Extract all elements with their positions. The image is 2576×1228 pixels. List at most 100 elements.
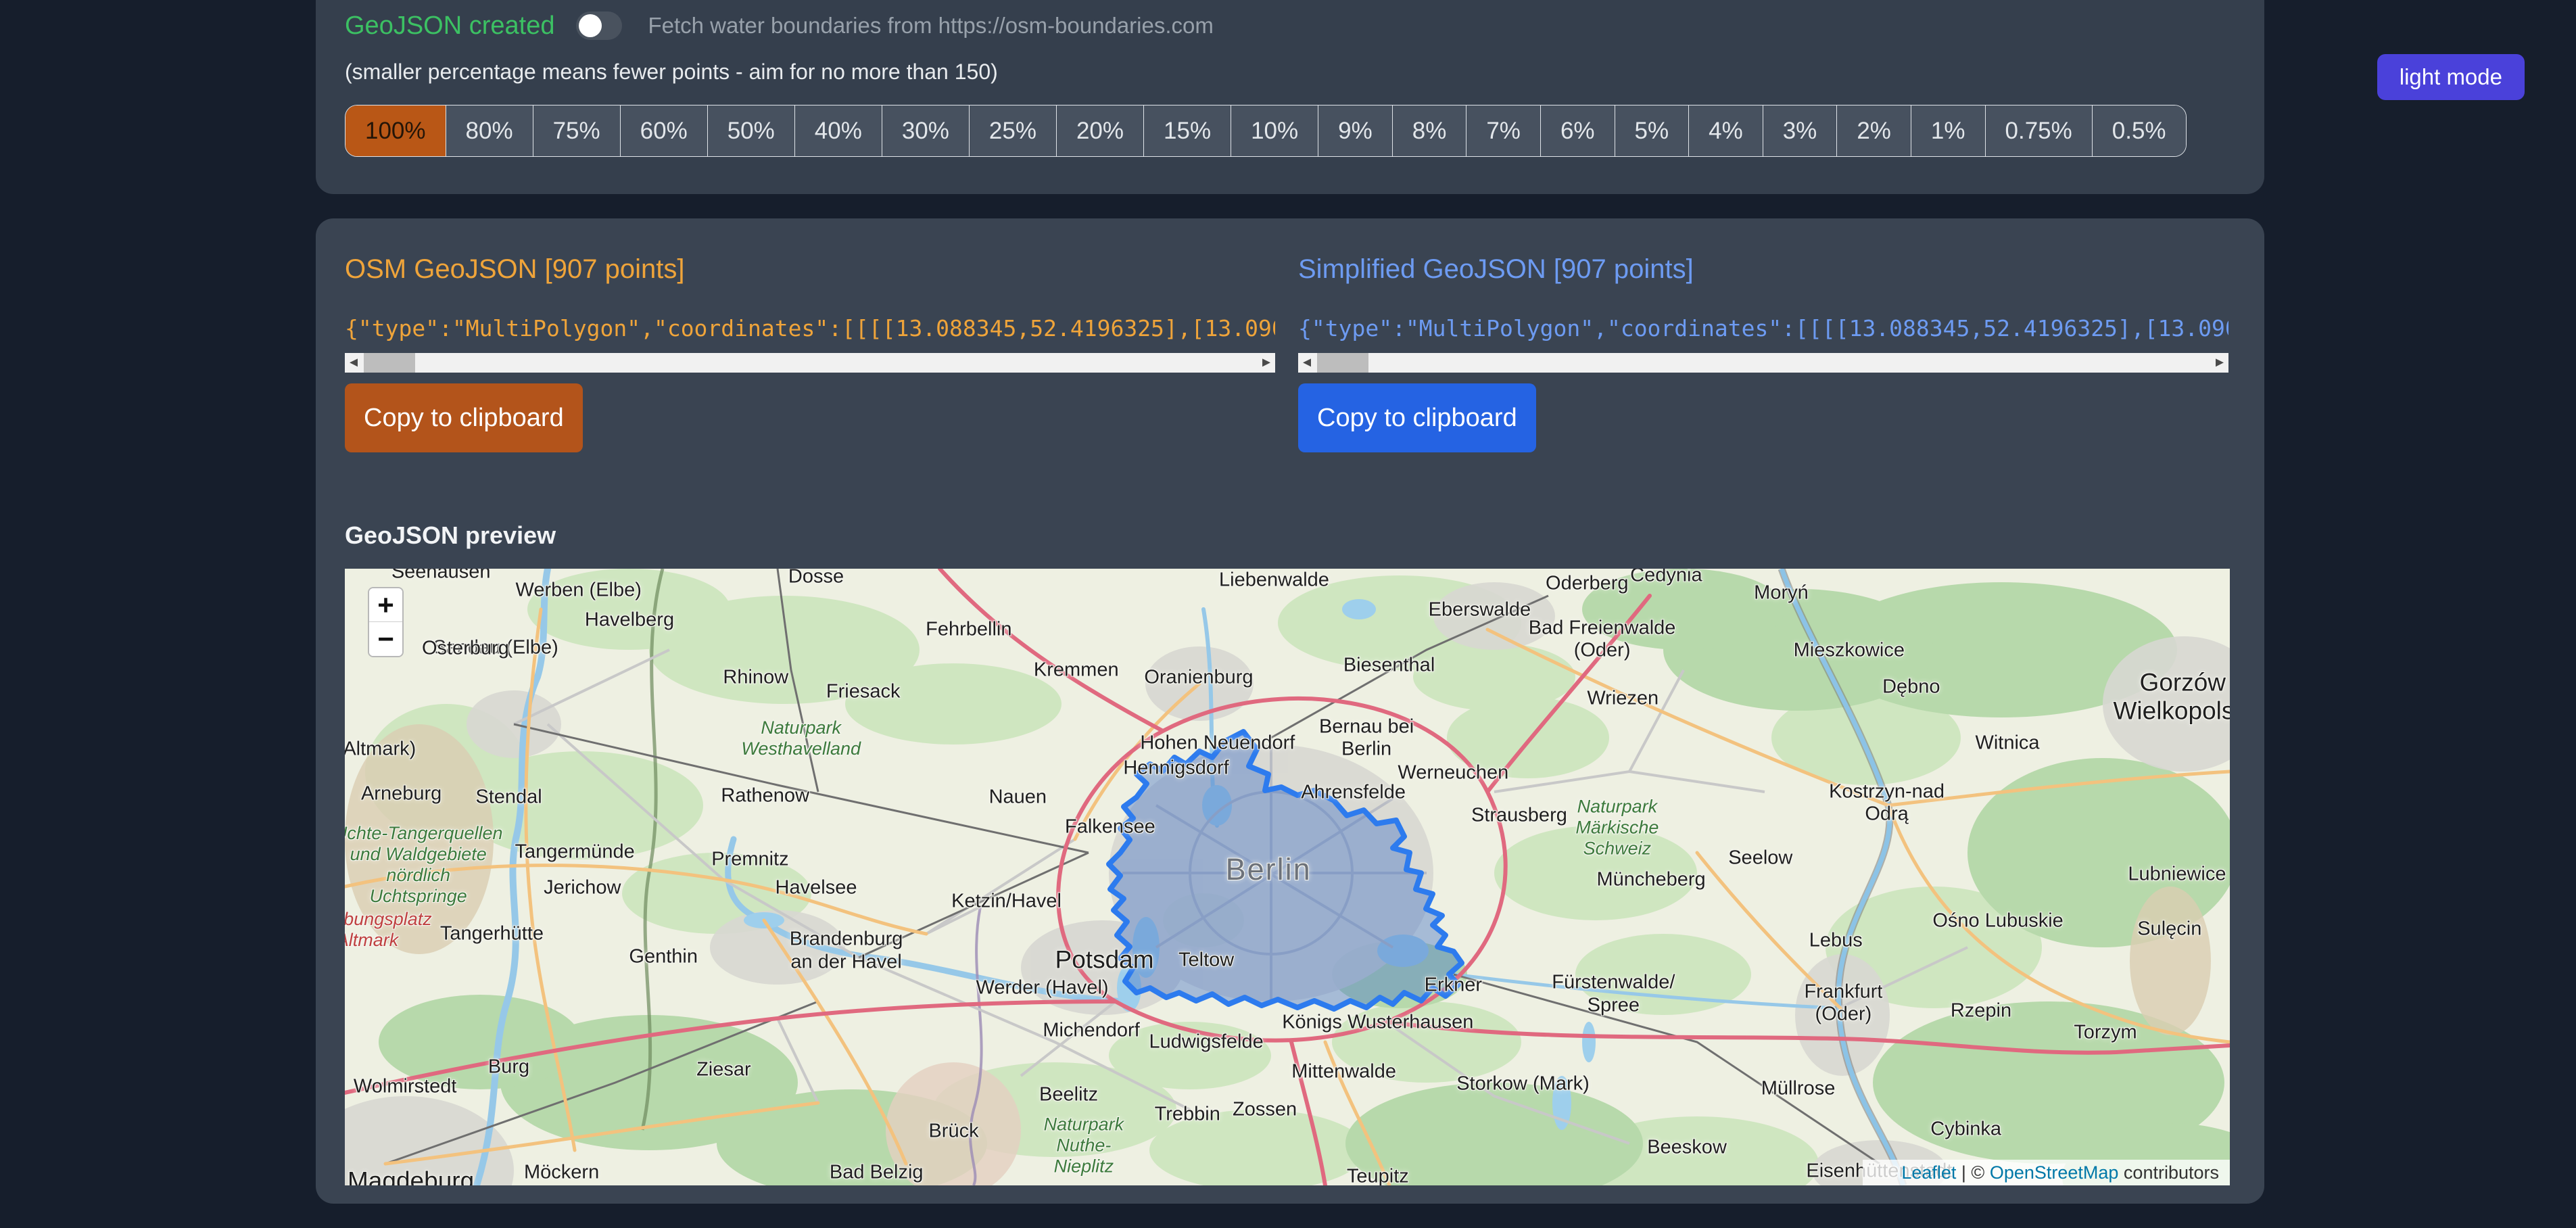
- map-label: Premnitz: [711, 849, 788, 871]
- percent-option-60[interactable]: 60%: [620, 105, 707, 156]
- scroll-left-arrow-icon[interactable]: ◄: [345, 353, 362, 373]
- percent-option-75[interactable]: 75%: [533, 105, 620, 156]
- map-attribution: Leaflet | © OpenStreetMap contributors: [1863, 1160, 2230, 1185]
- map-label: Seelow: [1728, 847, 1792, 869]
- simplified-copy-button[interactable]: Copy to clipboard: [1298, 383, 1536, 452]
- percent-option-40[interactable]: 40%: [794, 105, 882, 156]
- map-label: Rzepin: [1951, 999, 2011, 1022]
- osm-geojson-panel: OSM GeoJSON [907 points] {"type":"MultiP…: [345, 253, 1275, 452]
- map-label: Mieszkowice: [1794, 640, 1905, 662]
- map-label: Osterburg: [422, 637, 509, 659]
- map-label: Seehausen: [391, 569, 491, 583]
- percent-option-6[interactable]: 6%: [1540, 105, 1615, 156]
- map-label: Kostrzyn-nad Odrą: [1829, 780, 1945, 826]
- map-label: Burg: [488, 1056, 529, 1078]
- map-label: Trebbin: [1155, 1103, 1220, 1125]
- osm-copy-button[interactable]: Copy to clipboard: [345, 383, 583, 452]
- percent-option-25[interactable]: 25%: [969, 105, 1056, 156]
- map-label: Ahrensfelde: [1301, 781, 1406, 803]
- map-label: Friesack: [826, 681, 901, 703]
- map-label: Rhinow: [723, 666, 788, 688]
- percentage-hint: (smaller percentage means fewer points -…: [345, 60, 2235, 85]
- percent-option-1[interactable]: 1%: [1911, 105, 1985, 156]
- percentage-button-group: 100%80%75%60%50%40%30%25%20%15%10%9%8%7%…: [345, 105, 2187, 157]
- map-label: Ketzin/Havel: [951, 890, 1062, 912]
- status-row: GeoJSON created Fetch water boundaries f…: [345, 8, 2235, 43]
- zoom-in-button[interactable]: +: [369, 588, 402, 622]
- scroll-right-arrow-icon[interactable]: ►: [1258, 353, 1275, 373]
- map-label: Teupitz: [1347, 1166, 1409, 1185]
- osm-json-scrollbar[interactable]: ◄ ►: [345, 353, 1275, 373]
- percent-option-4[interactable]: 4%: [1688, 105, 1763, 156]
- map-label: Jerichow: [544, 876, 621, 899]
- map-label: Dosse: [788, 569, 844, 588]
- percent-option-3[interactable]: 3%: [1763, 105, 1837, 156]
- map-label: Müllrose: [1761, 1077, 1836, 1100]
- scroll-left-arrow-icon[interactable]: ◄: [1298, 353, 1316, 373]
- scroll-right-arrow-icon[interactable]: ►: [2211, 353, 2228, 373]
- map-label: Mittenwalde: [1291, 1061, 1396, 1083]
- light-mode-button[interactable]: light mode: [2377, 54, 2525, 100]
- simplified-panel-title: Simplified GeoJSON [907 points]: [1298, 253, 2228, 285]
- zoom-out-button[interactable]: −: [369, 622, 402, 656]
- openstreetmap-link[interactable]: OpenStreetMap: [1990, 1162, 2119, 1183]
- map-label: Gorzów Wielkopolski: [2113, 668, 2230, 726]
- map-label: Oranienburg: [1144, 666, 1253, 688]
- percent-option-5[interactable]: 5%: [1615, 105, 1689, 156]
- map-label: Möckern: [524, 1161, 599, 1183]
- map-label: Michendorf: [1043, 1019, 1139, 1041]
- map-label: Nauen: [989, 786, 1047, 809]
- leaflet-link[interactable]: Leaflet: [1901, 1162, 1956, 1183]
- percent-option-30[interactable]: 30%: [882, 105, 969, 156]
- content-column: GeoJSON created Fetch water boundaries f…: [316, 0, 2264, 1204]
- map-label: Bad Belzig: [830, 1161, 924, 1183]
- percent-option-100[interactable]: 100%: [345, 105, 446, 156]
- simplified-json-scrollbar[interactable]: ◄ ►: [1298, 353, 2228, 373]
- percent-option-80[interactable]: 80%: [446, 105, 533, 156]
- map-label: Ziesar: [696, 1059, 751, 1081]
- map-label: Erkner: [1425, 974, 1482, 996]
- percent-option-15[interactable]: 15%: [1143, 105, 1231, 156]
- map-label: Tangerhütte: [440, 922, 544, 945]
- map-label: Rathenow: [721, 784, 809, 807]
- percent-option-10[interactable]: 10%: [1231, 105, 1318, 156]
- map-label: Müncheberg: [1596, 868, 1705, 891]
- osm-panel-title: OSM GeoJSON [907 points]: [345, 253, 1275, 285]
- percent-option-0.5[interactable]: 0.5%: [2092, 105, 2186, 156]
- map-label: Cedynia: [1630, 569, 1702, 587]
- map-label: Werben (Elbe): [515, 579, 641, 601]
- attribution-contributors: contributors: [2118, 1162, 2219, 1183]
- map-label: Arneburg: [361, 782, 442, 805]
- map-label: Wriezen: [1587, 688, 1659, 710]
- map-label: Bad Freienwalde (Oder): [1529, 617, 1676, 663]
- water-boundaries-toggle[interactable]: [576, 11, 622, 40]
- percent-option-9[interactable]: 9%: [1318, 105, 1392, 156]
- map-label: Stendal: [475, 786, 542, 809]
- map-label: Brück: [928, 1120, 978, 1142]
- map-label: Uchte-Tangerquellen und Waldgebiete nörd…: [345, 823, 503, 907]
- leaflet-map[interactable]: SeehausenWerben (Elbe)DosseLiebenwaldeOd…: [345, 569, 2230, 1185]
- map-label: Potsdam: [1055, 946, 1154, 975]
- map-label: Moryń: [1754, 582, 1809, 605]
- map-label: Beelitz: [1039, 1083, 1098, 1106]
- percent-option-2[interactable]: 2%: [1836, 105, 1911, 156]
- map-label: Genthin: [629, 945, 698, 968]
- map-label: Sulęcin: [2137, 918, 2201, 940]
- percent-option-50[interactable]: 50%: [707, 105, 794, 156]
- scrollbar-thumb[interactable]: [1317, 353, 1368, 373]
- map-label: Havelsee: [776, 876, 857, 899]
- map-label: Lubniewice: [2128, 864, 2226, 886]
- controls-section: GeoJSON created Fetch water boundaries f…: [316, 0, 2264, 194]
- map-label: Torzym: [2074, 1021, 2137, 1043]
- scrollbar-thumb[interactable]: [364, 353, 415, 373]
- percent-option-8[interactable]: 8%: [1392, 105, 1466, 156]
- percent-option-0.75[interactable]: 0.75%: [1985, 105, 2092, 156]
- map-label: Hohen Neuendorf: [1140, 732, 1295, 754]
- map-label: Witnica: [1975, 732, 2039, 754]
- map-label: Cybinka: [1930, 1118, 2001, 1140]
- percent-option-20[interactable]: 20%: [1056, 105, 1143, 156]
- map-label: Havelberg: [585, 609, 674, 631]
- map-label: Kremmen: [1034, 659, 1119, 682]
- osm-json-preview: {"type":"MultiPolygon","coordinates":[[[…: [345, 314, 1275, 344]
- percent-option-7[interactable]: 7%: [1466, 105, 1540, 156]
